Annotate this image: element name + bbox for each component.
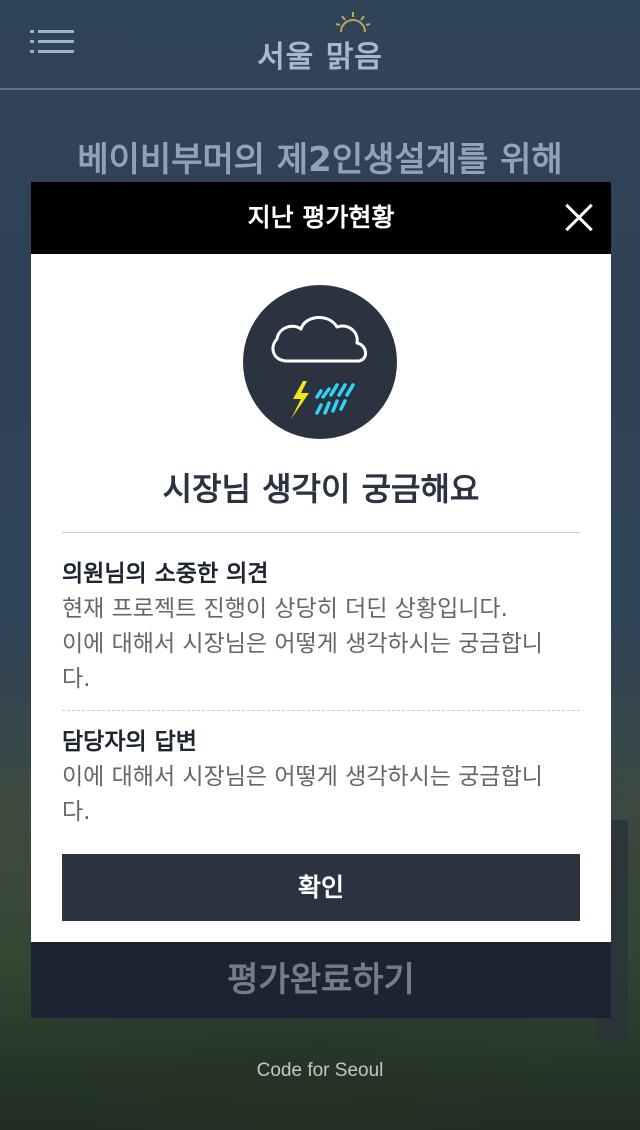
page-subtitle: 베이비부머의 제2인생설계를 위해: [77, 140, 563, 180]
sun-icon: [336, 12, 370, 33]
app-title: 서울 맑음: [257, 40, 383, 75]
thunderstorm-cloud-icon: [243, 285, 397, 439]
footer-credit: Code for Seoul: [256, 1060, 384, 1081]
menu-icon[interactable]: [30, 30, 74, 56]
section-heading: 담당자의 답변: [62, 729, 197, 755]
complete-evaluation-button[interactable]: 평가완료하기: [31, 942, 611, 1018]
modal-header: 지난 평가현황: [31, 182, 611, 254]
close-icon[interactable]: [563, 202, 595, 234]
text-line: 다.: [62, 799, 91, 825]
text-line: 다.: [62, 666, 91, 692]
section-text: 현재 프로젝트 진행이 상당히 더딘 상황입니다. 이에 대해서 시장님은 어떻…: [62, 592, 582, 697]
dotted-divider: [62, 710, 580, 711]
divider: [62, 532, 580, 533]
text-line: 이에 대해서 시장님은 어떻게 생각하시는 궁금합니: [62, 764, 543, 790]
confirm-button[interactable]: 확인: [62, 854, 580, 921]
section-heading: 의원님의 소중한 의견: [62, 561, 269, 587]
status-title: 시장님 생각이 궁금해요: [162, 470, 480, 508]
app-logo: 서울 맑음: [240, 12, 400, 76]
councillor-opinion-section: 의원님의 소중한 의견 현재 프로젝트 진행이 상당히 더딘 상황입니다. 이에…: [62, 558, 582, 697]
top-bar: 서울 맑음: [0, 0, 640, 90]
modal-title: 지난 평가현황: [247, 203, 395, 232]
modal-body: 시장님 생각이 궁금해요 의원님의 소중한 의견 현재 프로젝트 진행이 상당히…: [31, 254, 611, 942]
manager-answer-section: 담당자의 답변 이에 대해서 시장님은 어떻게 생각하시는 궁금합니 다.: [62, 726, 582, 830]
text-line: 현재 프로젝트 진행이 상당히 더딘 상황입니다.: [62, 596, 508, 622]
text-line: 이에 대해서 시장님은 어떻게 생각하시는 궁금합니: [62, 631, 543, 657]
section-text: 이에 대해서 시장님은 어떻게 생각하시는 궁금합니 다.: [62, 760, 582, 830]
